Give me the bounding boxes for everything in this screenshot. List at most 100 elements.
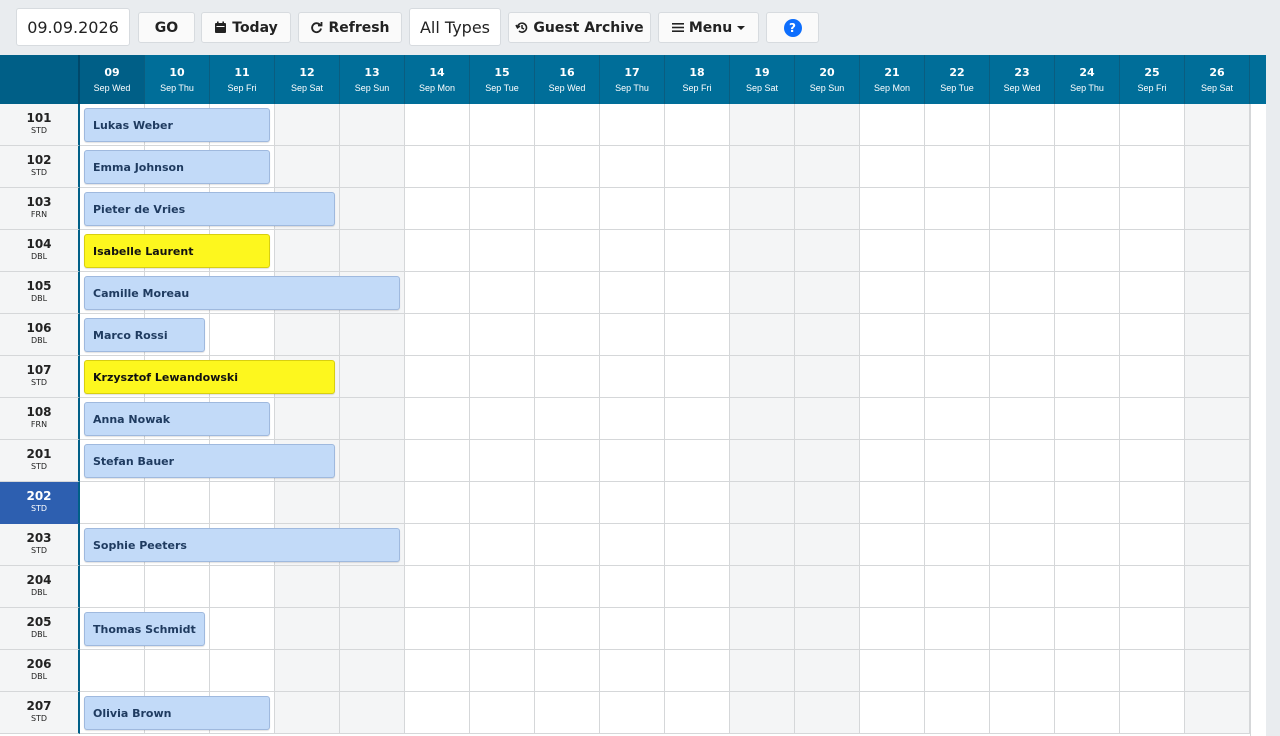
day-cell[interactable] <box>470 356 535 398</box>
day-cell[interactable] <box>1120 272 1185 314</box>
day-cell[interactable] <box>1120 692 1185 734</box>
day-cell[interactable] <box>600 608 665 650</box>
day-cell[interactable] <box>665 356 730 398</box>
day-cell[interactable] <box>925 314 990 356</box>
today-button[interactable]: Today <box>201 12 291 43</box>
day-cell[interactable] <box>665 314 730 356</box>
date-header-cell[interactable]: 11 Sep Fri <box>210 55 275 104</box>
day-cell[interactable] <box>535 230 600 272</box>
day-cell[interactable] <box>990 230 1055 272</box>
day-cell[interactable] <box>990 314 1055 356</box>
day-cell[interactable] <box>990 272 1055 314</box>
day-cell[interactable] <box>665 650 730 692</box>
day-cell[interactable] <box>210 608 275 650</box>
day-cell[interactable] <box>1185 272 1250 314</box>
room-label[interactable]: 105 DBL <box>0 272 80 314</box>
day-cell[interactable] <box>405 230 470 272</box>
day-cell[interactable] <box>990 524 1055 566</box>
day-cell[interactable] <box>730 524 795 566</box>
date-header-cell[interactable]: 23 Sep Wed <box>990 55 1055 104</box>
day-cell[interactable] <box>1055 440 1120 482</box>
day-cell[interactable] <box>730 398 795 440</box>
date-header-cell[interactable]: 24 Sep Thu <box>1055 55 1120 104</box>
day-cell[interactable] <box>795 104 860 146</box>
day-cell[interactable] <box>1120 188 1185 230</box>
day-cell[interactable] <box>80 650 145 692</box>
day-cell[interactable] <box>535 440 600 482</box>
day-cell[interactable] <box>665 608 730 650</box>
menu-button[interactable]: Menu <box>658 12 759 43</box>
day-cell[interactable] <box>275 608 340 650</box>
day-cell[interactable] <box>925 230 990 272</box>
day-cell[interactable] <box>535 398 600 440</box>
day-cell[interactable] <box>795 398 860 440</box>
refresh-button[interactable]: Refresh <box>298 12 402 43</box>
day-cell[interactable] <box>1185 230 1250 272</box>
day-cell[interactable] <box>1055 356 1120 398</box>
day-cell[interactable] <box>1185 398 1250 440</box>
room-label[interactable]: 103 FRN <box>0 188 80 230</box>
day-cell[interactable] <box>860 566 925 608</box>
day-cell[interactable] <box>1055 524 1120 566</box>
room-label[interactable]: 203 STD <box>0 524 80 566</box>
day-cell[interactable] <box>340 356 405 398</box>
day-cell[interactable] <box>405 566 470 608</box>
day-cell[interactable] <box>665 566 730 608</box>
day-cell[interactable] <box>730 230 795 272</box>
day-cell[interactable] <box>925 272 990 314</box>
day-cell[interactable] <box>470 146 535 188</box>
room-label[interactable]: 101 STD <box>0 104 80 146</box>
day-cell[interactable] <box>1055 692 1120 734</box>
day-cell[interactable] <box>535 608 600 650</box>
day-cell[interactable] <box>1185 356 1250 398</box>
date-header-cell[interactable]: 21 Sep Mon <box>860 55 925 104</box>
day-cell[interactable] <box>275 398 340 440</box>
day-cell[interactable] <box>1185 188 1250 230</box>
day-cell[interactable] <box>535 272 600 314</box>
day-cell[interactable] <box>860 440 925 482</box>
day-cell[interactable] <box>535 566 600 608</box>
day-cell[interactable] <box>925 608 990 650</box>
day-cell[interactable] <box>405 608 470 650</box>
day-cell[interactable] <box>1055 146 1120 188</box>
day-cell[interactable] <box>665 146 730 188</box>
day-cell[interactable] <box>1055 650 1120 692</box>
day-cell[interactable] <box>405 482 470 524</box>
day-cell[interactable] <box>665 524 730 566</box>
day-cell[interactable] <box>795 440 860 482</box>
day-cell[interactable] <box>795 566 860 608</box>
day-cell[interactable] <box>860 230 925 272</box>
booking-bar[interactable]: Krzysztof Lewandowski <box>84 360 335 394</box>
day-cell[interactable] <box>925 650 990 692</box>
day-cell[interactable] <box>795 608 860 650</box>
room-type-select[interactable]: All Types <box>409 8 501 46</box>
day-cell[interactable] <box>535 188 600 230</box>
day-cell[interactable] <box>1055 398 1120 440</box>
date-header-cell[interactable]: 12 Sep Sat <box>275 55 340 104</box>
day-cell[interactable] <box>1055 272 1120 314</box>
day-cell[interactable] <box>665 398 730 440</box>
day-cell[interactable] <box>990 356 1055 398</box>
day-cell[interactable] <box>925 398 990 440</box>
day-cell[interactable] <box>340 188 405 230</box>
day-cell[interactable] <box>600 650 665 692</box>
day-cell[interactable] <box>275 230 340 272</box>
day-cell[interactable] <box>860 356 925 398</box>
room-label[interactable]: 107 STD <box>0 356 80 398</box>
day-cell[interactable] <box>665 272 730 314</box>
day-cell[interactable] <box>925 524 990 566</box>
day-cell[interactable] <box>600 692 665 734</box>
day-cell[interactable] <box>990 146 1055 188</box>
day-cell[interactable] <box>470 692 535 734</box>
day-cell[interactable] <box>405 524 470 566</box>
day-cell[interactable] <box>1185 566 1250 608</box>
day-cell[interactable] <box>600 566 665 608</box>
day-cell[interactable] <box>405 440 470 482</box>
day-cell[interactable] <box>600 104 665 146</box>
day-cell[interactable] <box>730 566 795 608</box>
day-cell[interactable] <box>1120 608 1185 650</box>
day-cell[interactable] <box>1185 314 1250 356</box>
date-header-cell[interactable]: 10 Sep Thu <box>145 55 210 104</box>
day-cell[interactable] <box>1055 188 1120 230</box>
day-cell[interactable] <box>340 608 405 650</box>
